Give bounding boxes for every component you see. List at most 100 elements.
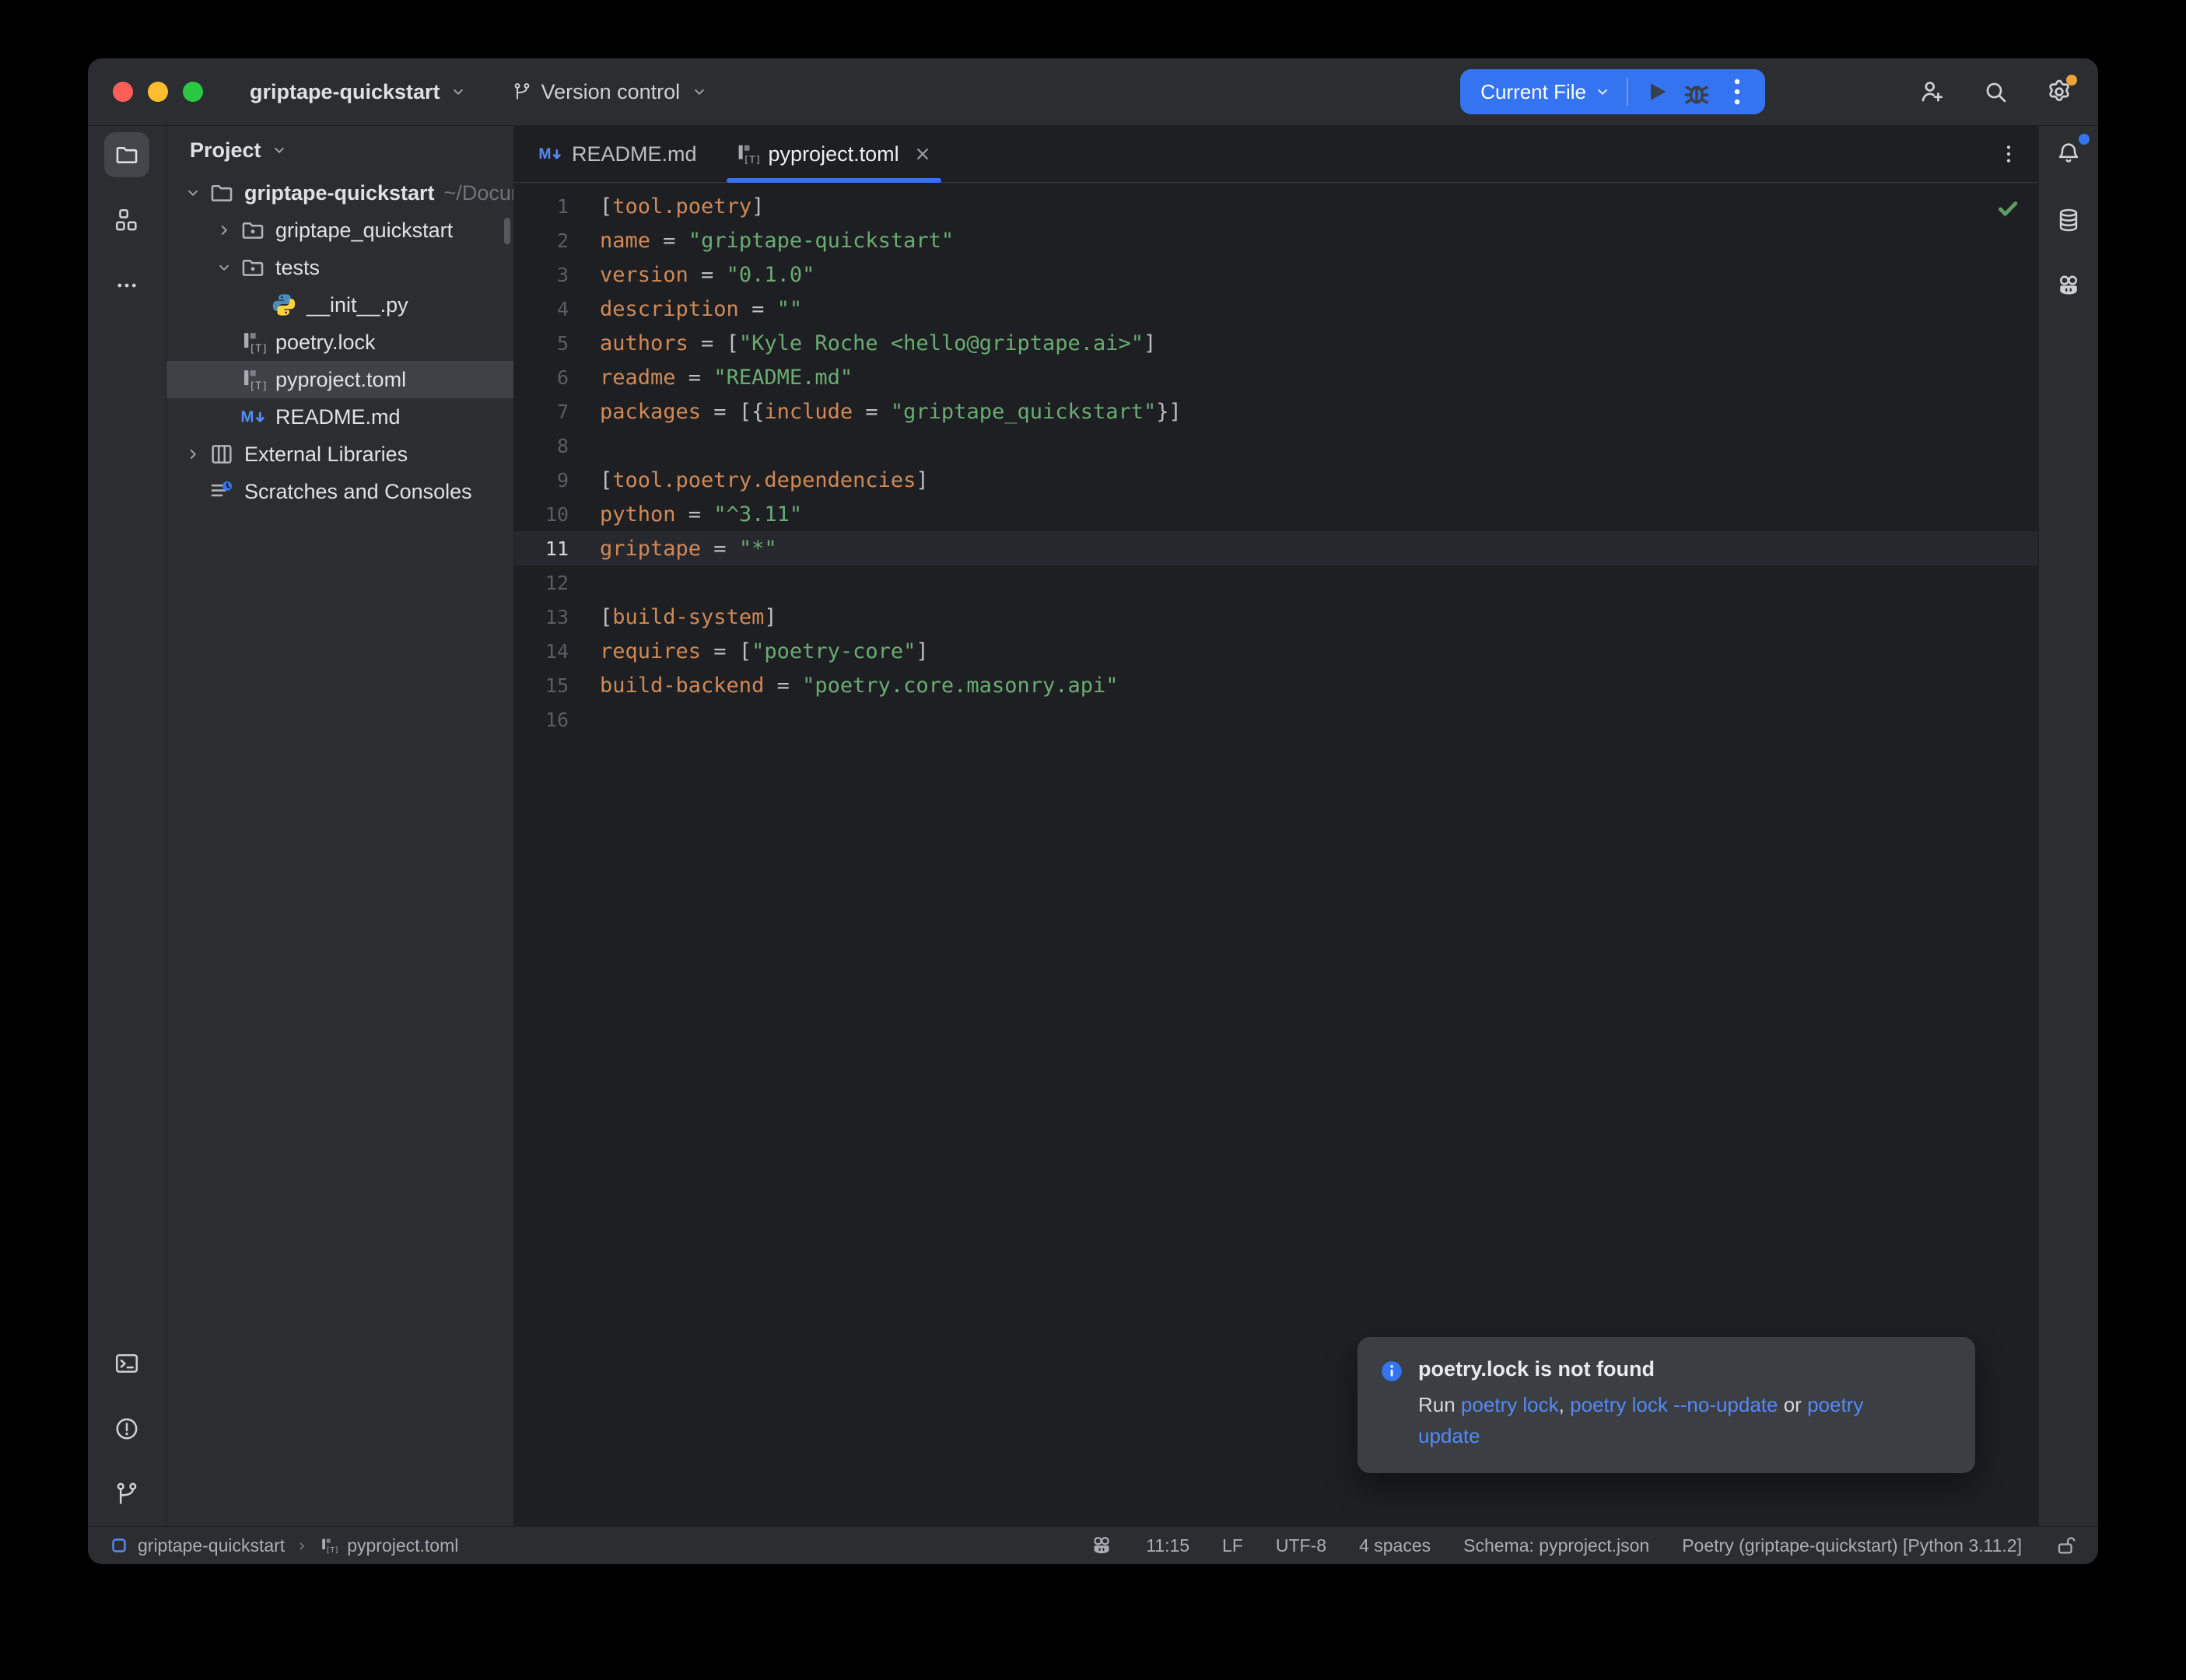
vcs-widget[interactable]: Version control (512, 80, 710, 104)
database-tool-button[interactable] (2046, 198, 2091, 243)
settings-button[interactable] (2045, 78, 2073, 106)
code-line-16: 16 (514, 702, 2038, 737)
tree-item-tests[interactable]: tests (166, 249, 513, 286)
more-tools-button[interactable] (104, 263, 149, 308)
titlebar-right: Current File (1460, 69, 2086, 114)
chevron-spacer (208, 331, 240, 354)
notifications-badge-dot (2079, 134, 2090, 145)
zoom-window-button[interactable] (183, 82, 203, 102)
project-panel-title: Project (190, 138, 261, 163)
ide-window: griptape-quickstart Version control Curr… (88, 58, 2098, 1564)
add-user-button[interactable] (1918, 78, 1946, 106)
code-line-1: 1[tool.poetry] (514, 189, 2038, 223)
editor-tab-pyproject.toml[interactable]: [T] pyproject.toml (716, 126, 952, 182)
breadcrumb-item[interactable]: pyproject.toml (347, 1535, 458, 1556)
package-folder-icon (240, 254, 266, 281)
statusbar-item[interactable]: UTF-8 (1276, 1535, 1326, 1556)
svg-text:[T]: [T] (743, 154, 759, 166)
statusbar-item[interactable]: Schema: pyproject.json (1463, 1535, 1649, 1556)
line-number[interactable]: 8 (514, 435, 569, 457)
terminal-tool-button[interactable] (104, 1341, 149, 1386)
debug-button[interactable] (1676, 73, 1717, 110)
more-run-actions-button[interactable] (1717, 73, 1757, 110)
chevron-down-icon (1592, 82, 1613, 102)
minimize-window-button[interactable] (148, 82, 168, 102)
tree-scrollbar-thumb[interactable] (504, 218, 510, 244)
line-number[interactable]: 7 (514, 401, 569, 423)
notification-link[interactable]: poetry lock (1461, 1393, 1559, 1416)
chevron-down-icon[interactable] (208, 256, 240, 279)
project-tool-button[interactable] (104, 132, 149, 177)
line-number[interactable]: 14 (514, 640, 569, 663)
line-number[interactable]: 9 (514, 469, 569, 492)
line-number[interactable]: 15 (514, 674, 569, 697)
problems-tool-button[interactable] (104, 1406, 149, 1451)
line-number[interactable]: 6 (514, 366, 569, 389)
chevron-down-icon (448, 82, 468, 102)
tree-item-pyproject.toml[interactable]: [T]pyproject.toml (166, 361, 513, 398)
line-number[interactable]: 1 (514, 195, 569, 218)
tree-item-External Libraries[interactable]: External Libraries (166, 436, 513, 473)
line-number[interactable]: 13 (514, 606, 569, 628)
code-line-8: 8 (514, 429, 2038, 463)
code-text: requires = ["poetry-core"] (600, 639, 929, 663)
tree-item-poetry.lock[interactable]: [T]poetry.lock (166, 324, 513, 361)
ai-assistant-tool-button[interactable] (2046, 263, 2091, 308)
tree-item-Scratches and Consoles[interactable]: Scratches and Consoles (166, 473, 513, 510)
code-text: authors = ["Kyle Roche <hello@griptape.a… (600, 331, 1156, 355)
breadcrumbs: griptape-quickstart[T]pyproject.toml (110, 1535, 458, 1556)
chevron-right-icon[interactable] (177, 443, 208, 466)
run-button[interactable] (1636, 73, 1676, 110)
code-text: [build-system] (600, 605, 777, 629)
statusbar-item[interactable]: 11:15 (1146, 1535, 1189, 1556)
project-panel-header[interactable]: Project (166, 126, 513, 174)
code-text: name = "griptape-quickstart" (600, 229, 954, 253)
status-bar: griptape-quickstart[T]pyproject.toml 11:… (88, 1526, 2098, 1564)
line-number[interactable]: 2 (514, 229, 569, 252)
code-text: version = "0.1.0" (600, 263, 814, 287)
tree-item-label: tests (275, 256, 320, 280)
line-number[interactable]: 11 (514, 537, 569, 560)
line-number[interactable]: 12 (514, 572, 569, 594)
line-number[interactable]: 16 (514, 709, 569, 731)
code-text: python = "^3.11" (600, 502, 802, 527)
tree-item-griptape-quickstart[interactable]: griptape-quickstart~/Docume (166, 174, 513, 212)
line-number[interactable]: 3 (514, 264, 569, 286)
ai-assistant-status-icon[interactable] (1090, 1534, 1113, 1557)
close-tab-icon[interactable] (912, 143, 934, 165)
notifications-button[interactable] (2046, 132, 2091, 177)
project-switcher[interactable]: griptape-quickstart (250, 80, 468, 104)
line-number[interactable]: 10 (514, 503, 569, 526)
statusbar-item[interactable]: LF (1222, 1535, 1243, 1556)
statusbar-item[interactable]: Poetry (griptape-quickstart) [Python 3.1… (1682, 1535, 2022, 1556)
run-config-selector[interactable]: Current File (1480, 80, 1586, 104)
code-line-14: 14 requires = ["poetry-core"] (514, 634, 2038, 668)
version-control-tool-button[interactable] (104, 1472, 149, 1517)
line-number[interactable]: 4 (514, 298, 569, 320)
line-number[interactable]: 5 (514, 332, 569, 355)
tree-item-path: ~/Docume (444, 181, 513, 205)
run-widget-divider (1627, 78, 1628, 106)
notification-link[interactable]: poetry lock --no-update (1570, 1393, 1778, 1416)
chevron-right-icon[interactable] (208, 219, 240, 242)
tree-item-label: README.md (275, 405, 401, 429)
chevron-spacer (177, 480, 208, 503)
statusbar-item[interactable]: 4 spaces (1359, 1535, 1431, 1556)
tree-item-__init__.py[interactable]: __init__.py (166, 286, 513, 324)
editor-tab-README.md[interactable]: M README.md (519, 126, 716, 182)
window-controls (113, 82, 203, 102)
search-everywhere-button[interactable] (1981, 78, 2009, 106)
lock-open-icon[interactable] (2055, 1534, 2078, 1557)
tree-item-README.md[interactable]: MREADME.md (166, 398, 513, 436)
chevron-down-icon[interactable] (177, 181, 208, 205)
chevron-spacer (208, 368, 240, 391)
code-line-12: 12 (514, 565, 2038, 600)
breadcrumb-item[interactable]: griptape-quickstart (138, 1535, 285, 1556)
structure-tool-button[interactable] (104, 198, 149, 243)
close-window-button[interactable] (113, 82, 133, 102)
code-editor[interactable]: 1[tool.poetry] 2 name = "griptape-quicksta… (514, 183, 2038, 737)
notification-title: poetry.lock is not found (1418, 1357, 1897, 1381)
bell-icon (2055, 140, 2082, 170)
tree-item-griptape_quickstart[interactable]: griptape_quickstart (166, 212, 513, 249)
tab-list-menu-button[interactable] (1996, 142, 2021, 166)
